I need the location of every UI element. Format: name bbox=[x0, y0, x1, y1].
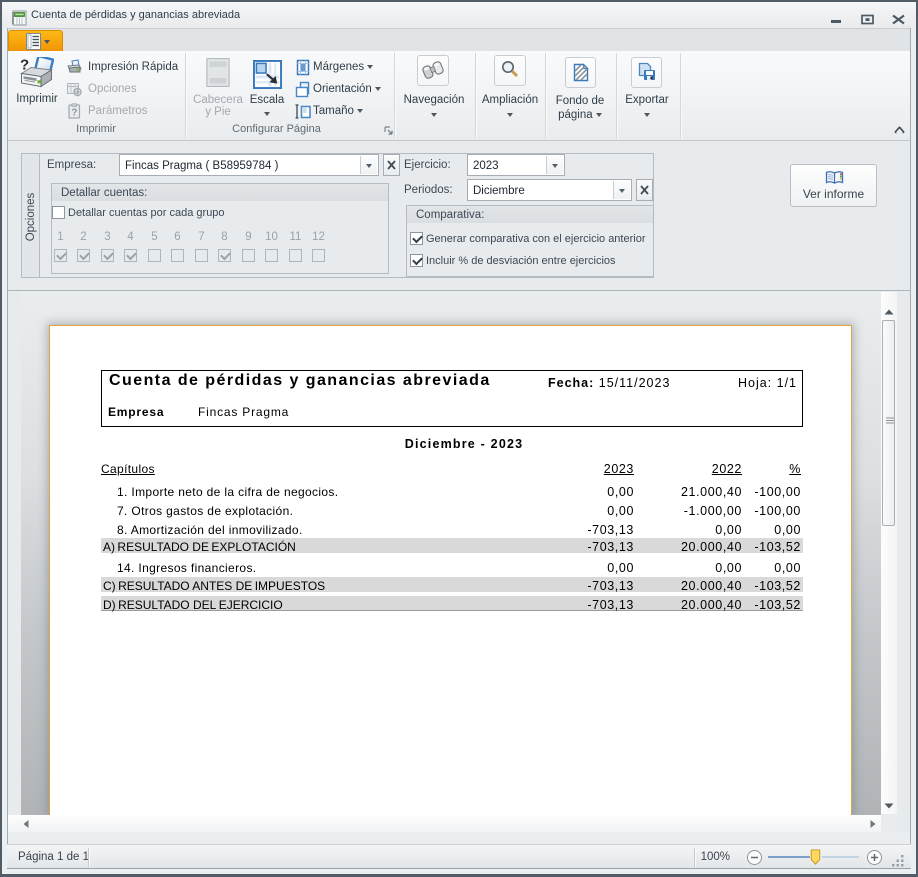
svg-text:?: ? bbox=[20, 57, 29, 74]
svg-text:?: ? bbox=[71, 108, 77, 119]
